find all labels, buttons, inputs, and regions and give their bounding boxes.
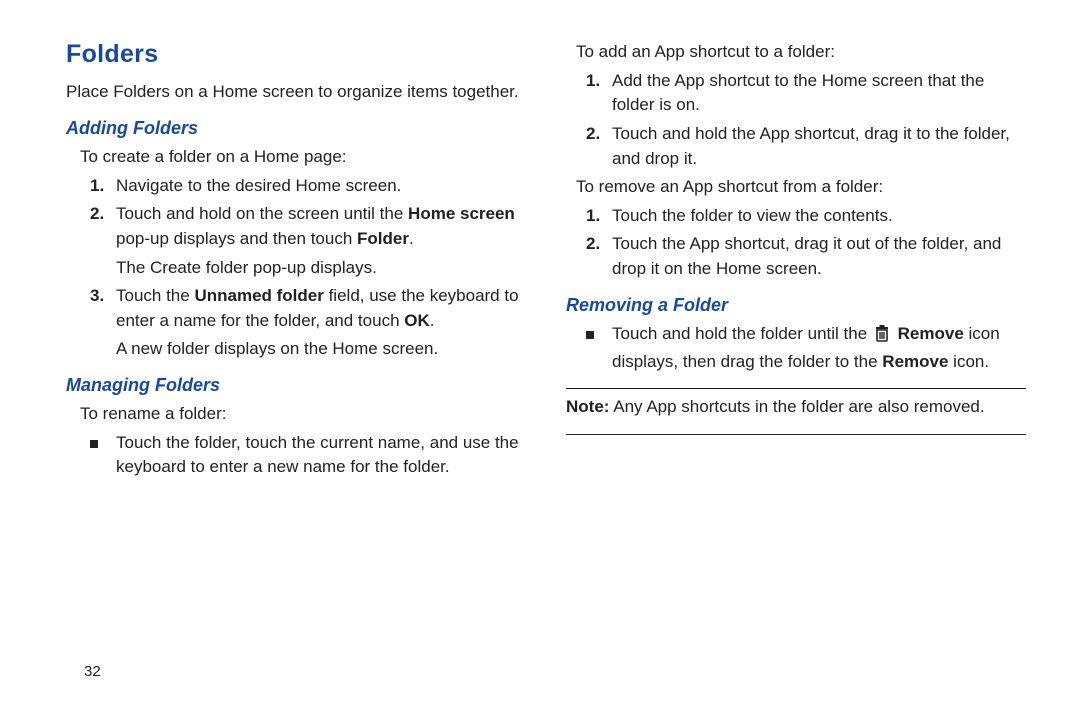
step-number: 2. bbox=[586, 232, 612, 281]
bullet-text: Touch the folder, touch the current name… bbox=[116, 431, 526, 480]
square-bullet-icon bbox=[90, 431, 116, 480]
remove-shortcut-step-1: 1. Touch the folder to view the contents… bbox=[586, 204, 1026, 229]
step-text: Touch the Unnamed folder field, use the … bbox=[116, 284, 526, 333]
step-text: Touch the App shortcut, drag it out of t… bbox=[612, 232, 1026, 281]
text-fragment: Touch the bbox=[116, 286, 194, 305]
adding-step-1: 1. Navigate to the desired Home screen. bbox=[90, 174, 526, 199]
square-bullet-icon bbox=[586, 322, 612, 374]
page-number: 32 bbox=[84, 663, 101, 680]
left-column: Folders Place Folders on a Home screen t… bbox=[66, 36, 526, 720]
bold-text: Remove bbox=[882, 352, 948, 371]
step-text: Add the App shortcut to the Home screen … bbox=[612, 69, 1026, 118]
step-number: 1. bbox=[586, 204, 612, 229]
add-shortcut-step-1: 1. Add the App shortcut to the Home scre… bbox=[586, 69, 1026, 118]
removing-bullet: Touch and hold the folder until the Remo… bbox=[586, 322, 1026, 374]
text-fragment: Touch and hold the folder until the bbox=[612, 324, 872, 343]
adding-step-3: 3. Touch the Unnamed folder field, use t… bbox=[90, 284, 526, 333]
text-fragment: . bbox=[430, 311, 435, 330]
adding-step-3-after: A new folder displays on the Home screen… bbox=[116, 337, 526, 362]
step-text: Touch and hold the App shortcut, drag it… bbox=[612, 122, 1026, 171]
note-label: Note: bbox=[566, 397, 609, 416]
add-shortcut-lead: To add an App shortcut to a folder: bbox=[566, 40, 1026, 65]
adding-step-2: 2. Touch and hold on the screen until th… bbox=[90, 202, 526, 251]
trash-icon bbox=[874, 324, 890, 350]
bullet-text: Touch and hold the folder until the Remo… bbox=[612, 322, 1026, 374]
adding-step-2-after: The Create folder pop-up displays. bbox=[116, 256, 526, 281]
managing-lead: To rename a folder: bbox=[66, 402, 526, 427]
text-fragment: pop-up displays and then touch bbox=[116, 229, 357, 248]
bold-text: Home screen bbox=[408, 204, 515, 223]
step-text: Navigate to the desired Home screen. bbox=[116, 174, 526, 199]
step-text: Touch the folder to view the contents. bbox=[612, 204, 1026, 229]
managing-bullet: Touch the folder, touch the current name… bbox=[90, 431, 526, 480]
add-shortcut-step-2: 2. Touch and hold the App shortcut, drag… bbox=[586, 122, 1026, 171]
text-fragment: Touch and hold on the screen until the bbox=[116, 204, 408, 223]
step-number: 3. bbox=[90, 284, 116, 333]
step-number: 2. bbox=[586, 122, 612, 171]
bold-text: OK bbox=[404, 311, 430, 330]
bold-text: Remove bbox=[898, 324, 964, 343]
note-text: Note: Any App shortcuts in the folder ar… bbox=[566, 395, 1026, 420]
remove-shortcut-lead: To remove an App shortcut from a folder: bbox=[566, 175, 1026, 200]
right-column: To add an App shortcut to a folder: 1. A… bbox=[566, 36, 1026, 720]
note-divider-top bbox=[566, 388, 1026, 389]
manual-page: Folders Place Folders on a Home screen t… bbox=[0, 0, 1080, 720]
section-title: Folders bbox=[66, 36, 526, 72]
step-number: 2. bbox=[90, 202, 116, 251]
subheading-adding: Adding Folders bbox=[66, 115, 526, 141]
subheading-removing: Removing a Folder bbox=[566, 292, 1026, 318]
step-number: 1. bbox=[90, 174, 116, 199]
bold-text: Unnamed folder bbox=[194, 286, 323, 305]
bold-text: Folder bbox=[357, 229, 409, 248]
subheading-managing: Managing Folders bbox=[66, 372, 526, 398]
step-text: Touch and hold on the screen until the H… bbox=[116, 202, 526, 251]
text-fragment: . bbox=[409, 229, 414, 248]
intro-text: Place Folders on a Home screen to organi… bbox=[66, 80, 526, 105]
adding-lead: To create a folder on a Home page: bbox=[66, 145, 526, 170]
step-number: 1. bbox=[586, 69, 612, 118]
note-divider-bottom bbox=[566, 434, 1026, 435]
note-body: Any App shortcuts in the folder are also… bbox=[609, 397, 984, 416]
text-fragment: icon. bbox=[948, 352, 989, 371]
remove-shortcut-step-2: 2. Touch the App shortcut, drag it out o… bbox=[586, 232, 1026, 281]
